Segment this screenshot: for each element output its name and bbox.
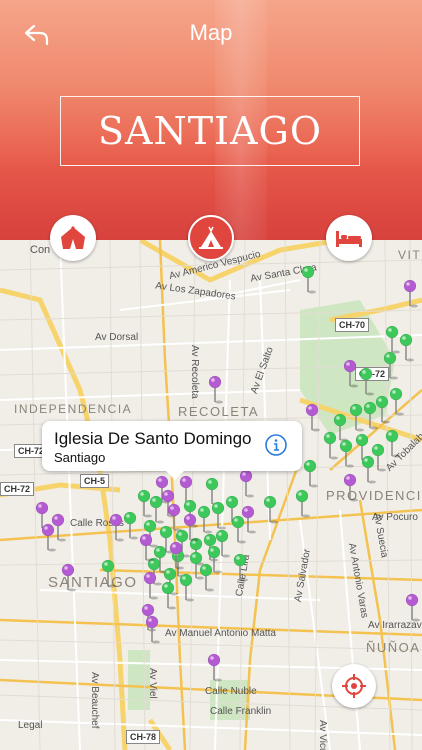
- category-activities-button[interactable]: [188, 215, 234, 261]
- callout-subtitle: Santiago: [54, 450, 106, 465]
- locate-me-button[interactable]: [332, 664, 376, 708]
- header-banner: Map SANTIAGO: [0, 0, 422, 240]
- green-map-pin[interactable]: [359, 367, 374, 396]
- green-map-pin[interactable]: [385, 429, 400, 458]
- green-map-pin[interactable]: [149, 495, 164, 524]
- purple-map-pin[interactable]: [208, 375, 223, 404]
- purple-map-pin[interactable]: [207, 653, 222, 682]
- info-button[interactable]: [264, 433, 288, 457]
- green-map-pin[interactable]: [371, 443, 386, 472]
- purple-map-pin[interactable]: [179, 475, 194, 504]
- category-attractions-button[interactable]: [50, 215, 96, 261]
- green-map-pin[interactable]: [123, 511, 138, 540]
- circus-tent-icon: [61, 226, 85, 249]
- green-map-pin[interactable]: [385, 325, 400, 354]
- green-map-pin[interactable]: [389, 387, 404, 416]
- purple-map-pin[interactable]: [403, 279, 418, 308]
- green-map-pin[interactable]: [303, 459, 318, 488]
- purple-map-pin[interactable]: [51, 513, 66, 542]
- green-map-pin[interactable]: [349, 403, 364, 432]
- bed-icon: [336, 231, 362, 247]
- green-map-pin[interactable]: [361, 455, 376, 484]
- green-map-pin[interactable]: [205, 477, 220, 506]
- green-map-pin[interactable]: [211, 501, 226, 530]
- green-map-pin[interactable]: [323, 431, 338, 460]
- purple-map-pin[interactable]: [61, 563, 76, 592]
- green-map-pin[interactable]: [295, 489, 310, 518]
- green-map-pin[interactable]: [101, 559, 116, 588]
- purple-map-pin[interactable]: [241, 505, 256, 534]
- place-callout[interactable]: Iglesia De Santo Domingo Santiago: [42, 421, 302, 480]
- green-map-pin[interactable]: [233, 553, 248, 582]
- purple-map-pin[interactable]: [305, 403, 320, 432]
- purple-map-pin[interactable]: [109, 513, 124, 542]
- purple-map-pin[interactable]: [143, 571, 158, 600]
- purple-map-pin[interactable]: [41, 523, 56, 552]
- green-map-pin[interactable]: [197, 505, 212, 534]
- green-map-pin[interactable]: [383, 351, 398, 380]
- green-map-pin[interactable]: [301, 265, 316, 294]
- green-map-pin[interactable]: [399, 333, 414, 362]
- city-name: SANTIAGO: [97, 109, 323, 153]
- purple-map-pin[interactable]: [239, 469, 254, 498]
- green-map-pin[interactable]: [137, 489, 152, 518]
- info-icon: [265, 434, 287, 456]
- city-banner: SANTIAGO: [60, 96, 360, 166]
- callout-title: Iglesia De Santo Domingo: [54, 429, 252, 448]
- category-lodging-button[interactable]: [326, 215, 372, 261]
- green-map-pin[interactable]: [231, 515, 246, 544]
- purple-map-pin[interactable]: [139, 533, 154, 562]
- purple-map-pin[interactable]: [405, 593, 420, 622]
- green-map-pin[interactable]: [179, 573, 194, 602]
- purple-map-pin[interactable]: [343, 359, 358, 388]
- green-map-pin[interactable]: [161, 581, 176, 610]
- purple-map-pin[interactable]: [343, 473, 358, 502]
- green-map-pin[interactable]: [363, 401, 378, 430]
- green-map-pin[interactable]: [339, 439, 354, 468]
- green-map-pin[interactable]: [375, 395, 390, 424]
- crosshair-icon: [342, 674, 366, 698]
- green-map-pin[interactable]: [263, 495, 278, 524]
- page-title: Map: [189, 20, 233, 45]
- camping-tent-icon: [199, 226, 223, 249]
